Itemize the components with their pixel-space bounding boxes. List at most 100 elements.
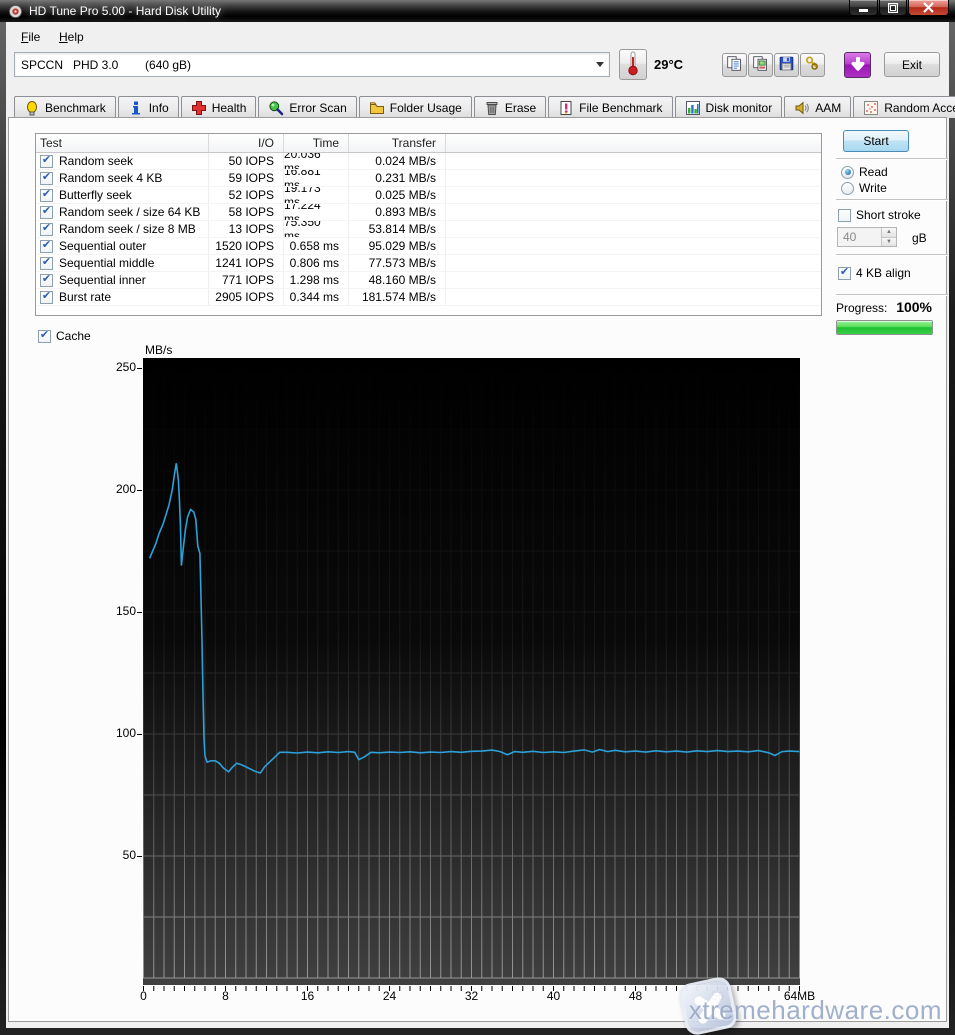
column-header-i-o[interactable]: I/O xyxy=(209,134,284,152)
tab-erase[interactable]: Erase xyxy=(473,96,547,118)
x-axis-tick-label: 0 xyxy=(140,989,147,1003)
tab-aam[interactable]: AAM xyxy=(784,96,852,118)
drive-selector[interactable]: SPCCN PHD 3.0 (640 gB) xyxy=(14,52,610,77)
window-title: HD Tune Pro 5.00 - Hard Disk Utility xyxy=(29,4,222,18)
cell-filler xyxy=(446,238,821,254)
stepper-arrows[interactable]: ▲ ▼ xyxy=(881,228,896,246)
short-stroke-checkbox[interactable] xyxy=(838,208,851,222)
tab-benchmark[interactable]: Benchmark xyxy=(14,96,116,118)
cell-transfer: 95.029 MB/s xyxy=(349,238,446,254)
column-header-test[interactable]: Test xyxy=(36,134,209,152)
read-radio-row: Read xyxy=(841,165,888,179)
capture-button[interactable] xyxy=(844,52,871,78)
folder-icon xyxy=(369,100,385,116)
column-header-filler xyxy=(446,134,821,152)
test-checkbox[interactable] xyxy=(40,171,53,185)
close-button[interactable] xyxy=(908,0,949,16)
tab-label: AAM xyxy=(815,100,842,115)
cache-checkbox[interactable] xyxy=(38,329,51,343)
start-button[interactable]: Start xyxy=(843,130,909,152)
info-icon xyxy=(128,100,144,116)
tab-label: Info xyxy=(148,100,169,115)
tab-label: Folder Usage xyxy=(389,100,462,115)
test-checkbox[interactable] xyxy=(40,222,53,236)
stepper-down-icon[interactable]: ▼ xyxy=(882,237,896,246)
short-stroke-size-stepper[interactable]: 40 ▲ ▼ xyxy=(837,227,897,247)
copy-image-button[interactable] xyxy=(748,53,773,77)
column-header-transfer[interactable]: Transfer xyxy=(349,134,446,152)
tab-file-benchmark[interactable]: File Benchmark xyxy=(548,96,673,118)
cell-time: 1.298 ms xyxy=(284,272,349,288)
y-axis-tick-label: 150 xyxy=(115,604,136,618)
x-axis-tick-label: 8 xyxy=(222,989,229,1003)
tab-label: Random Access xyxy=(884,100,955,115)
minimize-button[interactable] xyxy=(849,0,878,16)
test-checkbox[interactable] xyxy=(40,188,53,202)
test-checkbox[interactable] xyxy=(40,256,53,270)
cell-time: 0.806 ms xyxy=(284,255,349,271)
x-axis-tick-label: 16 xyxy=(300,989,315,1003)
cell-io: 13 IOPS xyxy=(209,221,284,237)
cell-io: 58 IOPS xyxy=(209,204,284,220)
table-row[interactable]: Sequential outer 1520 IOPS0.658 ms95.029 … xyxy=(36,238,821,255)
write-radio-row: Write xyxy=(841,181,887,195)
table-row[interactable]: Random seek / size 8 MB 13 IOPS75.350 ms5… xyxy=(36,221,821,238)
x-axis-tick-label: 40 xyxy=(546,989,561,1003)
y-axis-tick xyxy=(137,368,142,369)
tab-disk-monitor[interactable]: Disk monitor xyxy=(674,96,783,118)
stepper-up-icon[interactable]: ▲ xyxy=(882,228,896,238)
table-row[interactable]: Random seek / size 64 KB 58 IOPS17.224 ms… xyxy=(36,204,821,221)
save-button[interactable] xyxy=(774,53,799,77)
cell-time: 19.173 ms xyxy=(284,187,349,203)
write-radio[interactable] xyxy=(841,181,854,195)
cell-io: 1241 IOPS xyxy=(209,255,284,271)
chart-shading xyxy=(143,358,800,985)
cell-transfer: 0.231 MB/s xyxy=(349,170,446,186)
cell-transfer: 48.160 MB/s xyxy=(349,272,446,288)
table-row[interactable]: Burst rate 2905 IOPS0.344 ms181.574 MB/s xyxy=(36,289,821,306)
tab-random-access[interactable]: Random Access xyxy=(853,96,955,118)
drive-selector-value: SPCCN PHD 3.0 (640 gB) xyxy=(21,57,192,72)
separator xyxy=(836,199,948,200)
cell-io: 59 IOPS xyxy=(209,170,284,186)
cell-filler xyxy=(446,221,821,237)
align-4kb-checkbox[interactable] xyxy=(838,266,851,280)
temperature-button[interactable] xyxy=(619,49,647,80)
cell-filler xyxy=(446,153,821,169)
table-body: Random seek50 IOPS20.036 ms0.024 MB/sRan… xyxy=(36,153,821,306)
cell-transfer: 0.024 MB/s xyxy=(349,153,446,169)
download-arrow-icon xyxy=(849,55,867,76)
x-axis-tick-label: 32 xyxy=(464,989,479,1003)
options-button[interactable] xyxy=(800,53,825,77)
menu-file[interactable]: File xyxy=(16,28,45,46)
test-checkbox[interactable] xyxy=(40,205,53,219)
test-checkbox[interactable] xyxy=(40,239,53,253)
short-stroke-unit-label: gB xyxy=(912,231,927,245)
tab-folder-usage[interactable]: Folder Usage xyxy=(358,96,472,118)
tab-health[interactable]: Health xyxy=(180,96,257,118)
table-row[interactable]: Sequential middle 1241 IOPS0.806 ms77.573… xyxy=(36,255,821,272)
tab-info[interactable]: Info xyxy=(117,96,179,118)
short-stroke-label: Short stroke xyxy=(856,208,921,222)
test-checkbox[interactable] xyxy=(40,154,53,168)
tab-error-scan[interactable]: Error Scan xyxy=(258,96,357,118)
error-scan-icon xyxy=(268,100,284,116)
table-row[interactable]: Sequential inner 771 IOPS1.298 ms48.160 M… xyxy=(36,272,821,289)
menu-help[interactable]: Help xyxy=(54,28,89,46)
table-row[interactable]: Random seek 4 KB 59 IOPS16.881 ms0.231 MB… xyxy=(36,170,821,187)
speaker-icon xyxy=(794,100,810,116)
exit-button[interactable]: Exit xyxy=(884,52,940,77)
test-checkbox[interactable] xyxy=(40,290,53,304)
read-radio[interactable] xyxy=(841,165,854,179)
chart-plot xyxy=(143,358,800,991)
test-checkbox[interactable] xyxy=(40,273,53,287)
erase-icon xyxy=(484,100,500,116)
column-header-time[interactable]: Time xyxy=(284,134,349,152)
cache-row: Cache xyxy=(38,329,91,343)
table-row[interactable]: Random seek 50 IOPS20.036 ms0.024 MB/s xyxy=(36,153,821,170)
maximize-button[interactable] xyxy=(879,0,907,16)
copy-text-button[interactable] xyxy=(722,53,747,77)
table-row[interactable]: Butterfly seek 52 IOPS19.173 ms0.025 MB/s xyxy=(36,187,821,204)
cell-filler xyxy=(446,204,821,220)
cell-filler xyxy=(446,255,821,271)
